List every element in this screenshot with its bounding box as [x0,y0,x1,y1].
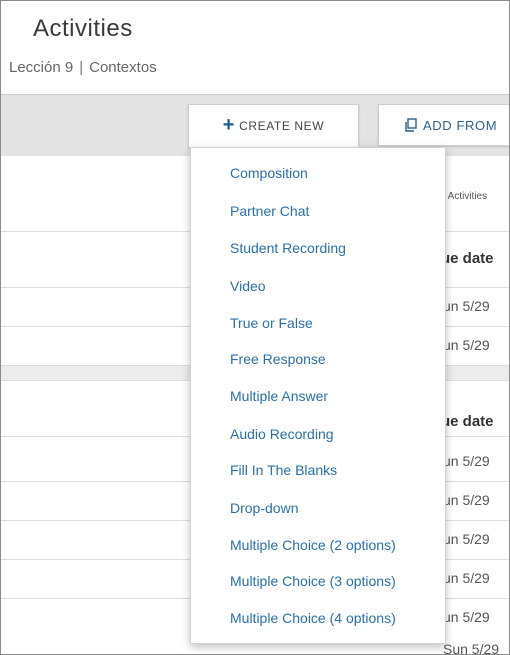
menu-item-multiple-choice-4[interactable]: Multiple Choice (4 options) [230,610,396,626]
breadcrumb-lesson[interactable]: Lección 9 [9,59,73,76]
menu-item-video[interactable]: Video [230,278,266,294]
menu-item-multiple-choice-3[interactable]: Multiple Choice (3 options) [230,573,396,589]
due-date-header[interactable]: ue date [441,250,494,267]
menu-item-student-recording[interactable]: Student Recording [230,240,346,256]
due-date-cell: un 5/29 [443,570,490,586]
menu-item-drop-down[interactable]: Drop-down [230,500,298,516]
breadcrumb: Lección 9 | Contextos [9,59,157,76]
menu-item-audio-recording[interactable]: Audio Recording [230,426,334,442]
due-date-cell: un 5/29 [443,531,490,547]
breadcrumb-section[interactable]: Contextos [89,59,157,76]
create-new-button[interactable]: + CREATE NEW [188,104,359,148]
menu-item-free-response[interactable]: Free Response [230,351,326,367]
due-date-cell: un 5/29 [443,453,490,469]
activities-page: Activities Lección 9 | Contextos + CREATE … [0,0,510,655]
menu-item-partner-chat[interactable]: Partner Chat [230,203,309,219]
menu-item-multiple-answer[interactable]: Multiple Answer [230,388,328,404]
add-from-button[interactable]: ADD FROM [378,104,509,146]
create-new-label: CREATE NEW [239,119,325,133]
menu-item-composition[interactable]: Composition [230,165,308,181]
due-date-header[interactable]: ue date [441,413,494,430]
menu-item-fill-in-the-blanks[interactable]: Fill In The Blanks [230,462,337,478]
breadcrumb-separator: | [79,59,84,76]
page-title: Activities [33,15,133,42]
copy-icon [405,118,418,132]
due-date-cell: un 5/29 [443,298,490,314]
add-from-label: ADD FROM [423,117,498,133]
due-date-cell: un 5/29 [443,492,490,508]
due-date-cell: Sun 5/29 [443,641,500,655]
plus-icon: + [222,114,236,136]
menu-item-true-or-false[interactable]: True or False [230,315,313,331]
due-date-cell: un 5/29 [443,609,490,625]
create-new-menu: Composition Partner Chat Student Recordi… [190,147,446,644]
menu-item-multiple-choice-2[interactable]: Multiple Choice (2 options) [230,537,396,553]
due-date-cell: un 5/29 [443,337,490,353]
activity-filter[interactable]: ll Activities [441,191,487,202]
